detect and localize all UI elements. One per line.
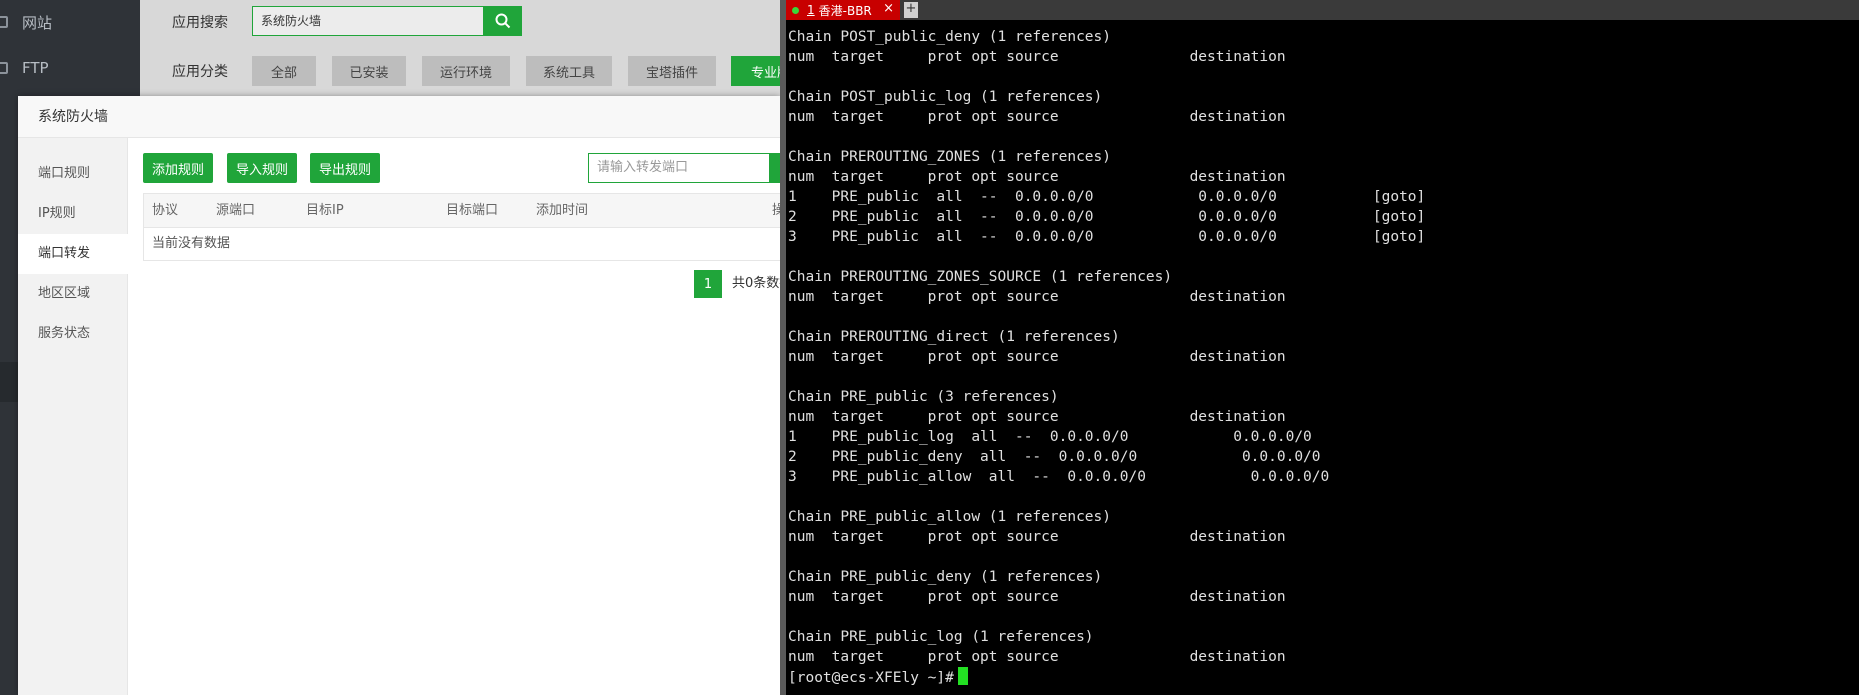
terminal-line: num target prot opt source destination [788,49,1286,65]
export-rule-button[interactable]: 导出规则 [310,153,380,183]
terminal-cursor [957,667,968,685]
table-header: 协议 源端口 目标IP 目标端口 添加时间 操 [143,193,785,228]
column-target-ip: 目标IP [306,203,344,218]
pagination-page-1[interactable]: 1 [694,270,722,298]
terminal-line: Chain PREROUTING_ZONES (1 references) [788,149,1112,165]
terminal-line: Chain POST_public_log (1 references) [788,89,1103,105]
terminal-line: Chain POST_public_deny (1 references) [788,29,1112,45]
terminal-line: num target prot opt source destination [788,649,1286,665]
terminal-line: num target prot opt source destination [788,289,1286,305]
table-empty-row: 当前没有数据 [143,228,785,261]
terminal-line: Chain PRE_public_deny (1 references) [788,569,1103,585]
terminal-line: 3 PRE_public all -- 0.0.0.0/0 0.0.0.0/0 … [788,229,1426,245]
terminal-line: 2 PRE_public all -- 0.0.0.0/0 0.0.0.0/0 … [788,209,1426,225]
terminal-line: Chain PRE_public_log (1 references) [788,629,1094,645]
category-system-tools[interactable]: 系统工具 [526,56,612,86]
terminal-line: num target prot opt source destination [788,169,1286,185]
nav-item-label: 网站 [22,13,53,32]
column-target-port: 目标端口 [446,203,499,218]
app-search-button[interactable] [484,6,522,36]
terminal-line: 1 PRE_public_log all -- 0.0.0.0/0 0.0.0.… [788,429,1312,445]
new-tab-button[interactable]: + [904,2,918,18]
connection-status-icon [792,6,799,14]
nav-item-ftp[interactable]: FTP [0,46,140,90]
terminal-line: Chain PREROUTING_ZONES_SOURCE (1 referen… [788,269,1173,285]
close-tab-icon[interactable]: × [883,1,894,16]
app-category-label: 应用分类 [172,64,228,80]
terminal-prompt-line[interactable]: [root@ecs-XFEly ~]# [788,667,1857,687]
terminal-line: num target prot opt source destination [788,409,1286,425]
tab-number: 1 [807,3,815,17]
category-bt-plugins[interactable]: 宝塔插件 [628,56,716,86]
tab-title: 香港-BBR [818,3,872,18]
add-rule-button[interactable]: 添加规则 [143,153,213,183]
ftp-icon [0,62,8,74]
side-item-region[interactable]: 地区区域 [18,274,128,314]
forward-port-search-input[interactable]: 请输入转发端口 [588,153,770,183]
terminal-line: num target prot opt source destination [788,109,1286,125]
side-item-port-rules[interactable]: 端口规则 [18,154,128,194]
terminal-line: num target prot opt source destination [788,589,1286,605]
website-icon [0,16,8,28]
terminal-line: 1 PRE_public all -- 0.0.0.0/0 0.0.0.0/0 … [788,189,1426,205]
terminal-output: Chain POST_public_deny (1 references) num… [788,27,1857,687]
nav-item-label: FTP [22,59,49,77]
category-runtime[interactable]: 运行环境 [422,56,510,86]
category-all[interactable]: 全部 [252,56,316,86]
terminal-tab-bar: 1 香港-BBR × + [786,0,1859,20]
import-rule-button[interactable]: 导入规则 [227,153,297,183]
firewall-side-menu: 端口规则 IP规则 端口转发 地区区域 服务状态 [18,138,128,695]
terminal-tab[interactable]: 1 香港-BBR × [786,0,900,20]
category-pro[interactable]: 专业版 [731,56,780,86]
side-item-port-forward[interactable]: 端口转发 [18,234,128,274]
column-source-port: 源端口 [216,203,256,218]
terminal-line: Chain PRE_public (3 references) [788,389,1059,405]
category-installed[interactable]: 已安装 [332,56,406,86]
column-added-time: 添加时间 [536,203,589,218]
terminal-prompt: [root@ecs-XFEly ~]# [788,670,954,686]
terminal-line: num target prot opt source destination [788,529,1286,545]
search-icon [495,13,511,29]
side-item-service-status[interactable]: 服务状态 [18,314,128,354]
terminal-line: 3 PRE_public_allow all -- 0.0.0.0/0 0.0.… [788,469,1330,485]
terminal-line: Chain PREROUTING_direct (1 references) [788,329,1120,345]
pagination-total: 共0条数据 [732,276,782,291]
nav-item-website[interactable]: 网站 [0,0,140,44]
terminal-line: 2 PRE_public_deny all -- 0.0.0.0/0 0.0.0… [788,449,1321,465]
terminal-line: num target prot opt source destination [788,349,1286,365]
terminal-window[interactable]: 1 香港-BBR × + Chain POST_public_deny (1 r… [786,0,1859,695]
app-search-input[interactable]: 系统防火墙 [252,6,484,36]
dialog-title: 系统防火墙 [18,96,780,138]
app-search-label: 应用搜索 [172,15,228,31]
firewall-dialog: 系统防火墙 端口规则 IP规则 端口转发 地区区域 服务状态 [18,96,780,695]
terminal-line: Chain PRE_public_allow (1 references) [788,509,1112,525]
side-item-ip-rules[interactable]: IP规则 [18,194,128,234]
column-protocol: 协议 [152,203,179,218]
